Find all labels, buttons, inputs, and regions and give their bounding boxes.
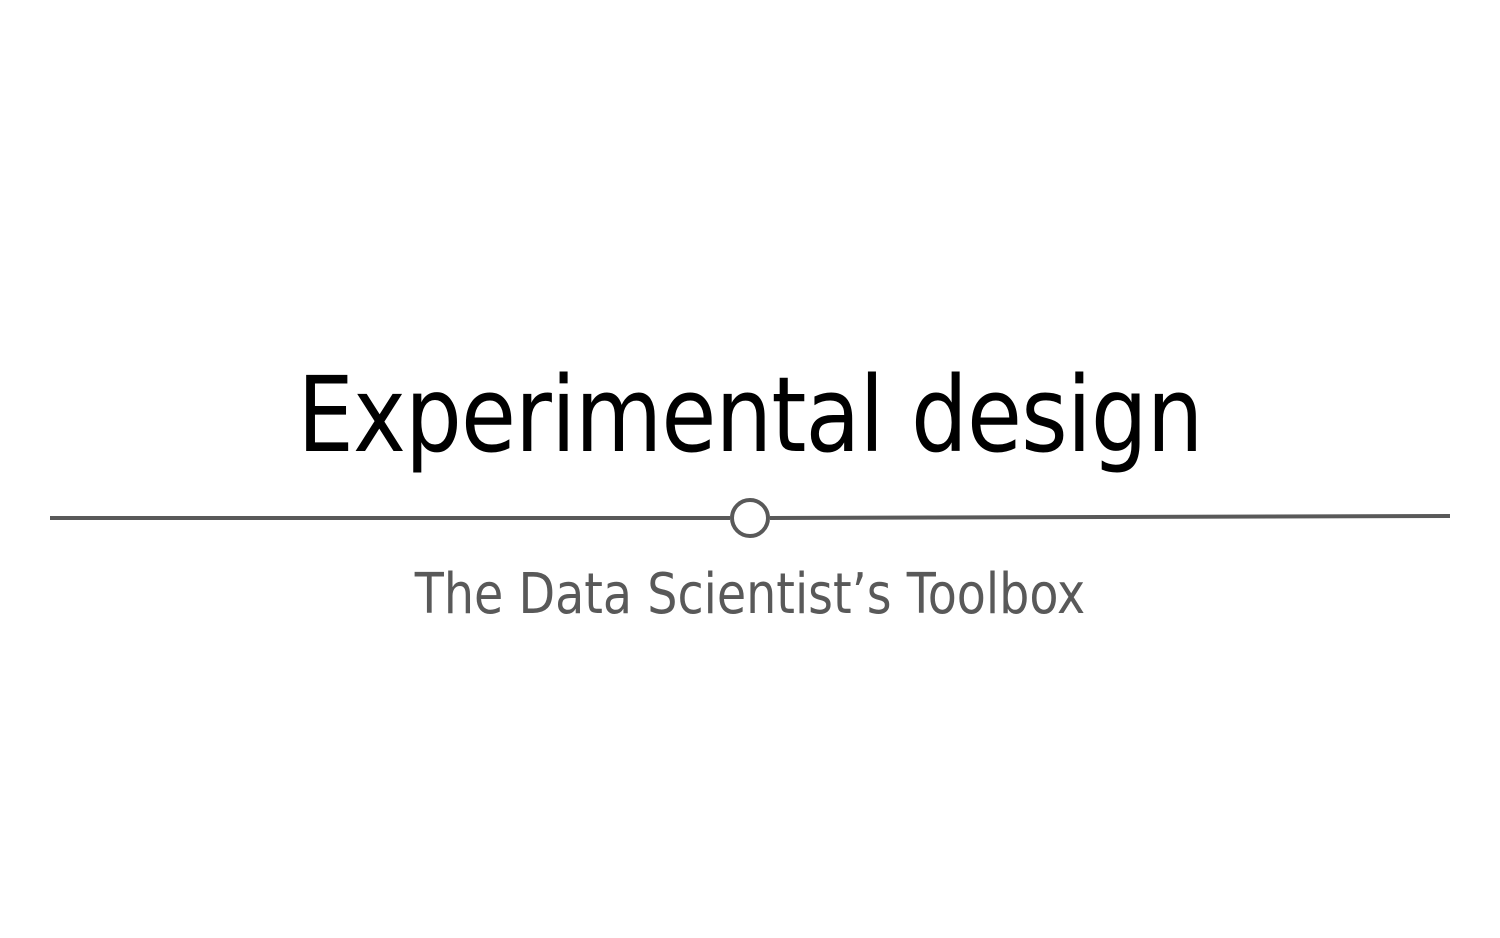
title-divider <box>50 498 1450 538</box>
divider-circle-icon <box>730 498 770 538</box>
slide-subtitle: The Data Scientist’s Toolbox <box>414 562 1086 627</box>
slide-title: Experimental design <box>297 354 1203 476</box>
title-slide: Experimental design The Data Scientist’s… <box>0 0 1500 938</box>
divider-line-right <box>769 514 1450 520</box>
